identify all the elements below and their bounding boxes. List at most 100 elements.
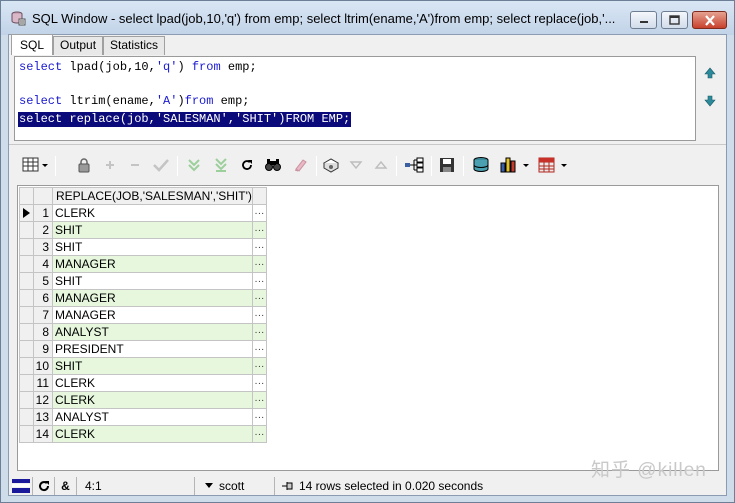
cell-edit-button[interactable]: ··· <box>251 204 267 222</box>
table-row[interactable]: 6 MANAGER ··· <box>19 289 267 307</box>
fetch-next-button[interactable] <box>184 153 204 177</box>
result-toolbar <box>15 153 715 179</box>
table-export-button[interactable] <box>536 153 570 177</box>
cell-edit-button[interactable]: ··· <box>251 357 267 375</box>
row-indicator[interactable] <box>19 340 34 358</box>
save-button[interactable] <box>437 153 457 177</box>
chart-button[interactable] <box>498 153 532 177</box>
table-row[interactable]: 7 MANAGER ··· <box>19 306 267 324</box>
maximize-button[interactable] <box>661 11 688 29</box>
cell-edit-button[interactable]: ··· <box>251 306 267 324</box>
lock-button[interactable] <box>75 153 93 177</box>
cell-edit-button[interactable]: ··· <box>251 289 267 307</box>
row-indicator[interactable] <box>19 238 34 256</box>
refresh-status-button[interactable] <box>33 476 55 495</box>
table-row[interactable]: 8 ANALYST ··· <box>19 323 267 341</box>
next-statement-button[interactable] <box>702 93 718 109</box>
row-number: 8 <box>33 323 53 341</box>
chevron-down-icon <box>205 483 213 488</box>
cell-edit-button[interactable]: ··· <box>251 238 267 256</box>
row-indicator[interactable] <box>19 391 34 409</box>
grid-mode-button[interactable] <box>21 153 51 177</box>
minimize-button[interactable] <box>630 11 657 29</box>
table-row[interactable]: 10 SHIT ··· <box>19 357 267 375</box>
cell-value[interactable]: SHIT <box>52 238 253 256</box>
find-button[interactable] <box>263 153 283 177</box>
splitter[interactable] <box>9 144 726 147</box>
row-indicator[interactable] <box>19 408 34 426</box>
previous-button[interactable] <box>347 153 365 177</box>
fetch-last-button[interactable] <box>211 153 231 177</box>
row-number-header <box>33 187 53 205</box>
save-icon <box>440 158 454 172</box>
table-row[interactable]: 1 CLERK ··· <box>19 204 267 222</box>
cell-edit-button[interactable]: ··· <box>251 391 267 409</box>
row-indicator[interactable] <box>19 272 34 290</box>
cell-value[interactable]: MANAGER <box>52 255 253 273</box>
clear-button[interactable] <box>290 153 310 177</box>
sql-editor[interactable]: select lpad(job,10,'q') from emp; select… <box>14 56 696 141</box>
cell-value[interactable]: PRESIDENT <box>52 340 253 358</box>
table-row[interactable]: 13 ANALYST ··· <box>19 408 267 426</box>
table-row[interactable]: 2 SHIT ··· <box>19 221 267 239</box>
post-changes-button[interactable] <box>150 153 172 177</box>
tab-statistics[interactable]: Statistics <box>103 36 166 55</box>
window-title: SQL Window - select lpad(job,10,'q') fro… <box>32 11 616 26</box>
cell-value[interactable]: CLERK <box>52 374 253 392</box>
cell-value[interactable]: ANALYST <box>52 323 253 341</box>
cell-value[interactable]: MANAGER <box>52 306 253 324</box>
row-indicator[interactable] <box>19 204 34 222</box>
row-indicator[interactable] <box>19 221 34 239</box>
export-tree-button[interactable] <box>403 153 425 177</box>
tab-output[interactable]: Output <box>53 36 104 55</box>
cell-edit-button[interactable]: ··· <box>251 374 267 392</box>
column-header[interactable]: REPLACE(JOB,'SALESMAN','SHIT') <box>52 187 253 205</box>
string-literal: 'A' <box>155 94 178 108</box>
cell-value[interactable]: SHIT <box>52 221 253 239</box>
cell-edit-button[interactable]: ··· <box>251 255 267 273</box>
delete-record-button[interactable] <box>126 153 144 177</box>
row-indicator[interactable] <box>19 289 34 307</box>
row-indicator[interactable] <box>19 357 34 375</box>
table-row[interactable]: 5 SHIT ··· <box>19 272 267 290</box>
cell-edit-button[interactable]: ··· <box>251 221 267 239</box>
close-icon <box>704 14 715 26</box>
table-row[interactable]: 11 CLERK ··· <box>19 374 267 392</box>
substitution-variable-indicator: & <box>55 476 77 495</box>
cell-value[interactable]: SHIT <box>52 272 253 290</box>
row-indicator[interactable] <box>19 425 34 443</box>
title-bar[interactable]: SQL Window - select lpad(job,10,'q') fro… <box>1 1 734 35</box>
table-row[interactable]: 4 MANAGER ··· <box>19 255 267 273</box>
user-selector[interactable]: scott <box>195 476 275 495</box>
cell-value[interactable]: CLERK <box>52 204 253 222</box>
cell-edit-button[interactable]: ··· <box>251 340 267 358</box>
add-record-button[interactable] <box>101 153 119 177</box>
cell-value[interactable]: CLERK <box>52 425 253 443</box>
cell-edit-button[interactable]: ··· <box>251 425 267 443</box>
table-row[interactable]: 9 PRESIDENT ··· <box>19 340 267 358</box>
cell-value[interactable]: CLERK <box>52 391 253 409</box>
cell-value[interactable]: SHIT <box>52 357 253 375</box>
row-indicator[interactable] <box>19 374 34 392</box>
cell-edit-button[interactable]: ··· <box>251 323 267 341</box>
cell-value[interactable]: ANALYST <box>52 408 253 426</box>
cell-value[interactable]: MANAGER <box>52 289 253 307</box>
table-row[interactable]: 14 CLERK ··· <box>19 425 267 443</box>
previous-statement-button[interactable] <box>702 65 718 81</box>
query-by-example-button[interactable] <box>321 153 341 177</box>
close-button[interactable] <box>692 11 727 29</box>
cell-edit-button[interactable]: ··· <box>251 272 267 290</box>
refresh-button[interactable] <box>238 153 256 177</box>
toolbar-separator <box>431 156 432 176</box>
status-executing-indicator <box>9 476 33 495</box>
row-indicator[interactable] <box>19 323 34 341</box>
cell-edit-button[interactable]: ··· <box>251 408 267 426</box>
watermark: 知乎 @killen <box>591 460 707 481</box>
single-record-button[interactable] <box>470 153 492 177</box>
row-indicator[interactable] <box>19 306 34 324</box>
next-button[interactable] <box>372 153 390 177</box>
tab-sql[interactable]: SQL <box>11 34 54 55</box>
row-indicator[interactable] <box>19 255 34 273</box>
table-row[interactable]: 3 SHIT ··· <box>19 238 267 256</box>
table-row[interactable]: 12 CLERK ··· <box>19 391 267 409</box>
